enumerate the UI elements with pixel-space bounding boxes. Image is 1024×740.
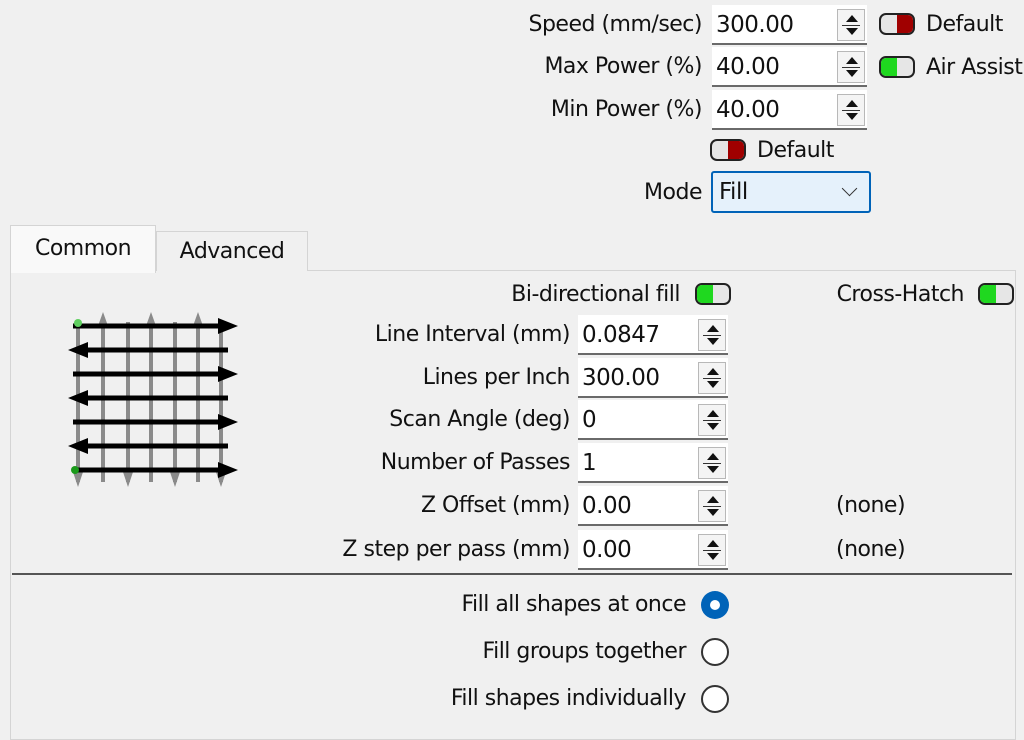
scan-lines xyxy=(73,323,228,473)
arrow-down-icon[interactable] xyxy=(707,423,719,430)
z-step-per-pass-note: (none) xyxy=(836,537,906,562)
line-interval-stepper[interactable] xyxy=(698,319,726,351)
speed-default-label: Default xyxy=(926,12,1003,37)
z-step-per-pass-stepper[interactable] xyxy=(698,534,726,566)
section-divider xyxy=(12,573,1012,575)
arrow-up-icon[interactable] xyxy=(846,57,858,64)
power-default-toggle[interactable] xyxy=(710,139,746,161)
z-offset-value[interactable]: 0.00 xyxy=(582,486,632,526)
fill-all-at-once-radio[interactable] xyxy=(701,591,729,619)
cross-hatch-label: Cross-Hatch xyxy=(836,282,965,307)
arrow-down-icon[interactable] xyxy=(707,553,719,560)
bidirectional-fill-label: Bi-directional fill xyxy=(511,282,680,307)
line-interval-label: Line Interval (mm) xyxy=(374,322,571,347)
lines-per-inch-spinbox[interactable]: 300.00 xyxy=(578,358,728,398)
speed-spinbox[interactable]: 300.00 xyxy=(712,5,867,45)
arrow-down-icon[interactable] xyxy=(846,113,858,120)
tab-advanced[interactable]: Advanced xyxy=(156,231,308,271)
bidirectional-fill-toggle[interactable] xyxy=(695,283,731,305)
number-of-passes-stepper[interactable] xyxy=(698,447,726,479)
z-step-per-pass-value[interactable]: 0.00 xyxy=(582,530,632,570)
z-offset-spinbox[interactable]: 0.00 xyxy=(578,486,728,526)
arrow-up-icon[interactable] xyxy=(707,453,719,460)
arrow-down-icon[interactable] xyxy=(707,338,719,345)
arrow-up-icon[interactable] xyxy=(846,15,858,22)
arrow-up-icon[interactable] xyxy=(707,410,719,417)
max-power-stepper[interactable] xyxy=(837,51,865,83)
mode-value: Fill xyxy=(719,179,748,205)
max-power-spinbox[interactable]: 40.00 xyxy=(712,47,867,87)
arrow-down-icon[interactable] xyxy=(707,509,719,516)
number-of-passes-spinbox[interactable]: 1 xyxy=(578,443,728,483)
lines-per-inch-value[interactable]: 300.00 xyxy=(582,358,660,398)
arrow-up-icon[interactable] xyxy=(707,368,719,375)
max-power-value[interactable]: 40.00 xyxy=(716,47,780,87)
line-interval-spinbox[interactable]: 0.0847 xyxy=(578,315,728,355)
crosshatch-vertical-lines xyxy=(76,322,223,482)
z-step-per-pass-label: Z step per pass (mm) xyxy=(342,537,570,562)
fill-groups-together-radio[interactable] xyxy=(701,638,729,666)
speed-label: Speed (mm/sec) xyxy=(528,12,703,37)
tab-common[interactable]: Common xyxy=(10,225,156,273)
arrow-down-icon[interactable] xyxy=(846,28,858,35)
mode-select[interactable]: Fill xyxy=(711,171,871,213)
speed-stepper[interactable] xyxy=(837,9,865,41)
line-interval-value[interactable]: 0.0847 xyxy=(582,315,660,355)
end-point-icon xyxy=(71,466,79,474)
arrow-down-icon[interactable] xyxy=(707,381,719,388)
z-offset-label: Z Offset (mm) xyxy=(420,493,571,518)
power-default-label: Default xyxy=(757,138,834,163)
cross-hatch-toggle[interactable] xyxy=(978,283,1014,305)
number-of-passes-value[interactable]: 1 xyxy=(582,443,597,483)
mode-label: Mode xyxy=(644,180,702,205)
z-step-per-pass-spinbox[interactable]: 0.00 xyxy=(578,530,728,570)
air-assist-toggle[interactable] xyxy=(879,56,915,78)
arrow-down-icon[interactable] xyxy=(846,70,858,77)
min-power-label: Min Power (%) xyxy=(550,97,703,122)
scan-angle-label: Scan Angle (deg) xyxy=(389,407,570,432)
fill-groups-together-label: Fill groups together xyxy=(482,639,687,664)
lines-per-inch-stepper[interactable] xyxy=(698,362,726,394)
fill-all-at-once-label: Fill all shapes at once xyxy=(461,592,686,617)
z-offset-note: (none) xyxy=(836,493,906,518)
fill-shapes-individually-label: Fill shapes individually xyxy=(450,686,687,711)
lines-per-inch-label: Lines per Inch xyxy=(422,365,571,390)
scan-angle-spinbox[interactable]: 0 xyxy=(578,400,728,440)
scan-angle-stepper[interactable] xyxy=(698,404,726,436)
speed-default-toggle[interactable] xyxy=(879,13,915,35)
arrow-up-icon[interactable] xyxy=(707,496,719,503)
speed-value[interactable]: 300.00 xyxy=(716,5,794,45)
arrow-up-icon[interactable] xyxy=(846,100,858,107)
fill-pattern-preview xyxy=(68,312,238,487)
z-offset-stepper[interactable] xyxy=(698,490,726,522)
min-power-spinbox[interactable]: 40.00 xyxy=(712,90,867,130)
arrow-up-icon[interactable] xyxy=(707,325,719,332)
number-of-passes-label: Number of Passes xyxy=(380,450,571,475)
scan-angle-value[interactable]: 0 xyxy=(582,400,597,440)
arrow-up-icon[interactable] xyxy=(707,540,719,547)
min-power-value[interactable]: 40.00 xyxy=(716,90,780,130)
start-point-icon xyxy=(74,319,82,327)
max-power-label: Max Power (%) xyxy=(544,54,702,79)
min-power-stepper[interactable] xyxy=(837,94,865,126)
chevron-down-icon xyxy=(841,180,858,197)
fill-shapes-individually-radio[interactable] xyxy=(701,685,729,713)
arrow-down-icon[interactable] xyxy=(707,466,719,473)
air-assist-label: Air Assist xyxy=(926,55,1023,80)
